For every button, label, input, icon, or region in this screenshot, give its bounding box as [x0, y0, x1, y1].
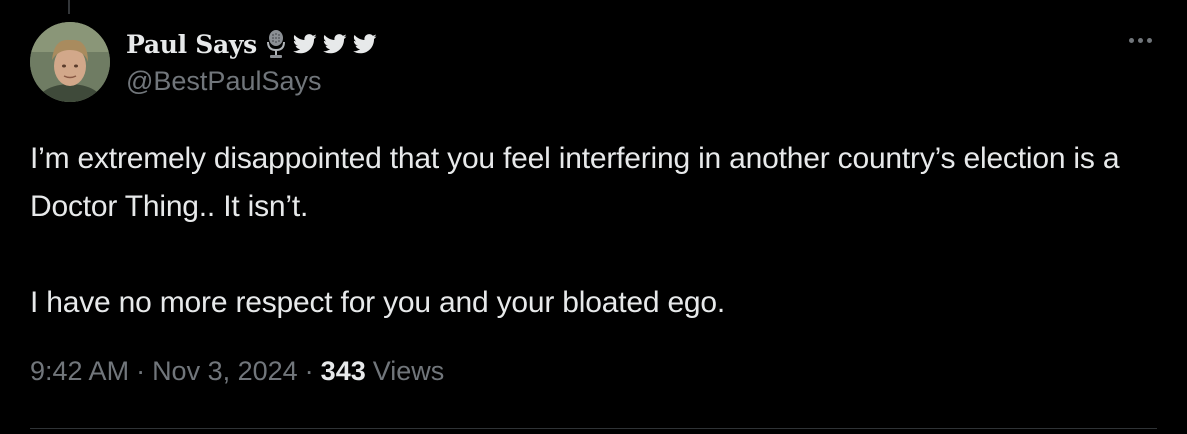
twitter-bird-icon [292, 33, 317, 55]
display-name-row: Paul Says [126, 26, 377, 62]
author-names: Paul Says @BestPaulSays [126, 26, 377, 97]
divider [30, 428, 1157, 429]
more-dot-icon [1146, 37, 1152, 43]
thread-connector-line [68, 0, 70, 14]
tweet-metadata: 9:42 AM · Nov 3, 2024 · 343 Views [30, 356, 444, 387]
tweet-paragraph-2: I have no more respect for you and your … [30, 286, 726, 319]
tweet-text: I’m extremely disappointed that you feel… [30, 135, 1150, 327]
views-count[interactable]: 343 [321, 356, 366, 387]
avatar[interactable] [30, 22, 110, 102]
avatar-photo [30, 22, 110, 102]
microphone-icon [265, 29, 287, 59]
twitter-bird-icon [352, 33, 377, 55]
more-dot-icon [1128, 37, 1134, 43]
separator-dot: · [304, 356, 314, 386]
user-handle[interactable]: @BestPaulSays [126, 66, 377, 97]
display-name[interactable]: Paul Says [126, 30, 257, 59]
separator-dot: · [136, 356, 146, 386]
tweet-paragraph-1: I’m extremely disappointed that you feel… [30, 142, 1128, 223]
more-options-button[interactable] [1123, 28, 1157, 52]
tweet-time[interactable]: 9:42 AM [30, 356, 129, 387]
twitter-bird-icon [322, 33, 347, 55]
more-dot-icon [1137, 37, 1143, 43]
views-label[interactable]: Views [373, 356, 445, 387]
tweet-date[interactable]: Nov 3, 2024 [152, 356, 298, 387]
tweet-header: Paul Says @BestPaulSays [30, 22, 1157, 104]
